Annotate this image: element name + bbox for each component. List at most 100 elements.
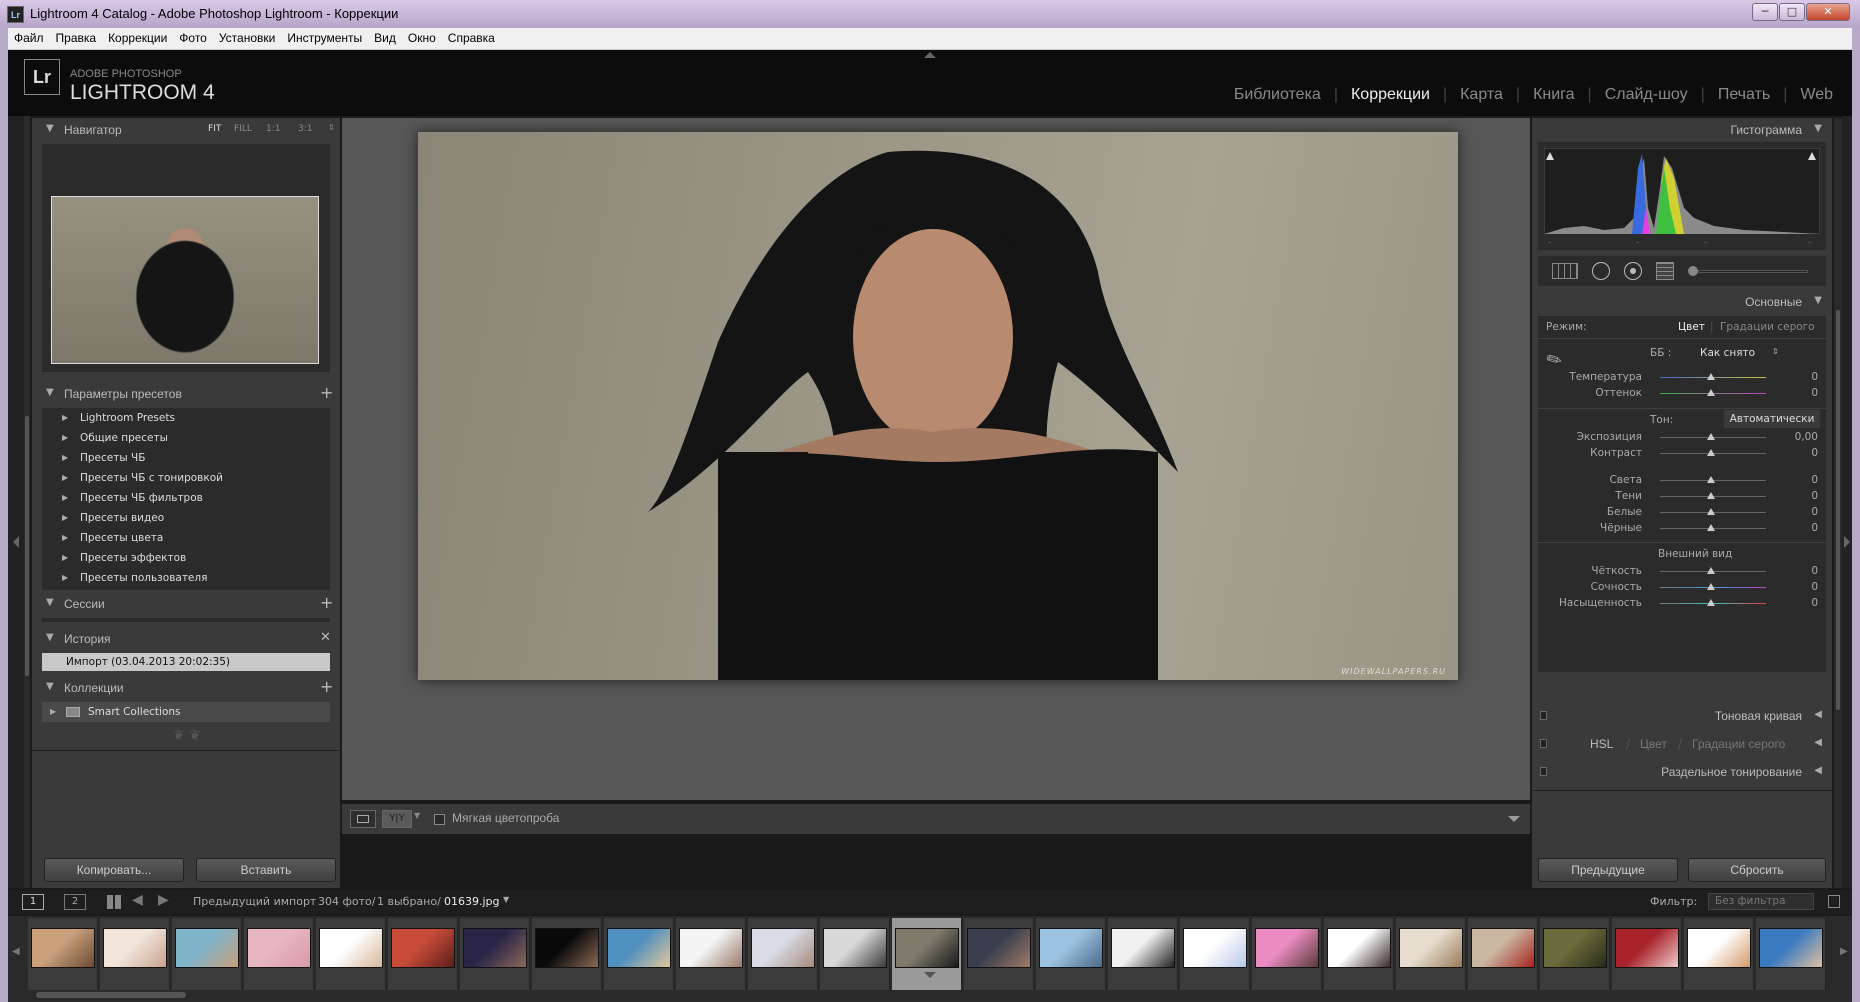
filmstrip-cell[interactable] (1036, 918, 1106, 990)
module-book[interactable]: Книга (1520, 86, 1587, 103)
filmstrip-cell[interactable] (100, 918, 170, 990)
sessions-expand-icon[interactable]: ▼ (46, 597, 54, 608)
split-toning-toggle-icon[interactable] (1540, 767, 1547, 776)
whites-slider[interactable]: Белые 0 (1538, 505, 1828, 521)
copy-button[interactable]: Копировать... (44, 858, 184, 882)
filmstrip-thumbnail[interactable] (823, 928, 887, 968)
right-scrollbar-thumb[interactable] (1836, 310, 1840, 710)
clarity-slider[interactable]: Чёткость 0 (1538, 564, 1828, 580)
folder-expand-icon[interactable]: ▶ (62, 428, 68, 448)
module-print[interactable]: Печать (1705, 86, 1783, 103)
history-item-import[interactable]: Импорт (03.04.2013 20:02:35) (42, 653, 330, 671)
source-label[interactable]: Предыдущий импорт (193, 895, 316, 908)
filmstrip-thumbnail[interactable] (1255, 928, 1319, 968)
filmstrip-thumbnail[interactable] (679, 928, 743, 968)
grid-view-icon[interactable] (107, 895, 121, 909)
preset-folder[interactable]: ▶ Пресеты эффектов (42, 548, 330, 568)
filmstrip-cell[interactable] (1540, 918, 1610, 990)
zoom-stepper-icon[interactable]: ⇕ (328, 123, 335, 132)
history-header[interactable]: ▼ История ✕ (32, 627, 340, 651)
filmstrip-cell[interactable] (316, 918, 386, 990)
filename-dropdown-icon[interactable]: ▼ (503, 895, 509, 904)
filmstrip-cell[interactable] (1252, 918, 1322, 990)
highlights-slider[interactable]: Света 0 (1538, 473, 1828, 489)
filmstrip-cell[interactable] (748, 918, 818, 990)
filmstrip-thumbnail[interactable] (895, 928, 959, 968)
folder-expand-icon[interactable]: ▶ (62, 448, 68, 468)
histogram-expand-icon[interactable]: ▼ (1814, 123, 1822, 134)
filmstrip-cell[interactable] (1612, 918, 1682, 990)
preset-folder[interactable]: ▶ Пресеты видео (42, 508, 330, 528)
hsl-expand-icon[interactable]: ◀ (1814, 737, 1822, 748)
blacks-slider[interactable]: Чёрные 0 (1538, 521, 1828, 537)
filmstrip-thumbnail[interactable] (535, 928, 599, 968)
filmstrip-thumbnail[interactable] (1111, 928, 1175, 968)
adjustment-brush-icon[interactable] (1688, 266, 1698, 276)
collapse-bottom-arrow-icon[interactable] (924, 972, 936, 978)
preset-folder[interactable]: ▶ Общие пресеты (42, 428, 330, 448)
filmstrip-cell[interactable] (1180, 918, 1250, 990)
forward-arrow-icon[interactable]: ▶ (158, 892, 169, 908)
grayscale-tab[interactable]: Градации серого (1692, 737, 1785, 751)
crop-overlay-icon[interactable] (1552, 263, 1578, 279)
preset-folder[interactable]: ▶ Пресеты ЧБ с тонировкой (42, 468, 330, 488)
module-map[interactable]: Карта (1447, 86, 1516, 103)
tone-curve-header[interactable]: Тоновая кривая ◀ (1532, 704, 1832, 728)
filter-lock-icon[interactable] (1828, 895, 1840, 908)
wb-dropdown[interactable]: Как снято (1700, 347, 1755, 359)
tint-slider[interactable]: Оттенок 0 (1538, 386, 1828, 402)
collections-header[interactable]: ▼ Коллекции + (32, 676, 340, 700)
tool-slider-track[interactable] (1698, 270, 1808, 273)
split-toning-header[interactable]: Раздельное тонирование ◀ (1532, 760, 1832, 784)
filmstrip-cell-selected[interactable] (892, 918, 962, 990)
secondary-display-button[interactable]: 2 (64, 894, 86, 910)
saturation-slider[interactable]: Насыщенность 0 (1538, 596, 1828, 612)
filmstrip-cell[interactable] (1324, 918, 1394, 990)
filmstrip-cell[interactable] (532, 918, 602, 990)
filmstrip-thumbnail[interactable] (1759, 928, 1823, 968)
collapse-left-arrow-icon[interactable] (13, 536, 19, 548)
folder-expand-icon[interactable]: ▶ (62, 488, 68, 508)
module-library[interactable]: Библиотека (1221, 86, 1334, 103)
collection-smart[interactable]: ▶ Smart Collections (42, 702, 330, 722)
split-toning-expand-icon[interactable]: ◀ (1814, 765, 1822, 776)
filmstrip-cell[interactable] (1756, 918, 1826, 990)
menu-settings[interactable]: Установки (213, 28, 281, 48)
temperature-slider[interactable]: Температура 0 (1538, 370, 1828, 386)
navigator-expand-icon[interactable]: ▼ (46, 123, 54, 134)
minimize-button[interactable]: ─ (1752, 3, 1778, 21)
add-preset-icon[interactable]: + (320, 383, 333, 402)
preset-folder[interactable]: ▶ Пресеты ЧБ фильтров (42, 488, 330, 508)
menu-edit[interactable]: Правка (50, 28, 103, 48)
vibrance-slider[interactable]: Сочность 0 (1538, 580, 1828, 596)
paste-button[interactable]: Вставить (196, 858, 336, 882)
navigator-header[interactable]: ▼ Навигатор FIT FILL 1:1 3:1 ⇕ (32, 118, 340, 142)
filmstrip-thumbnail[interactable] (175, 928, 239, 968)
filmstrip-thumbnail[interactable] (103, 928, 167, 968)
add-session-icon[interactable]: + (320, 593, 333, 612)
menu-tools[interactable]: Инструменты (281, 28, 368, 48)
filmstrip-thumbnail[interactable] (607, 928, 671, 968)
zoom-fit[interactable]: FIT (208, 124, 221, 134)
softproof-checkbox[interactable] (434, 814, 445, 825)
presets-expand-icon[interactable]: ▼ (46, 387, 54, 398)
folder-expand-icon[interactable]: ▶ (62, 568, 68, 588)
collections-expand-icon[interactable]: ▼ (46, 681, 54, 692)
wb-dropdown-icon[interactable]: ⇕ (1772, 347, 1779, 356)
filmstrip-cell[interactable] (460, 918, 530, 990)
collapse-right-arrow-icon[interactable] (1844, 536, 1850, 548)
left-scrollbar-thumb[interactable] (25, 416, 29, 676)
filmstrip-thumbnail[interactable] (1543, 928, 1607, 968)
graduated-filter-icon[interactable] (1656, 262, 1674, 280)
add-collection-icon[interactable]: + (320, 677, 333, 696)
preset-folder[interactable]: ▶ Lightroom Presets (42, 408, 330, 428)
primary-display-button[interactable]: 1 (22, 894, 44, 910)
filmstrip-cell[interactable] (820, 918, 890, 990)
menu-photo[interactable]: Фото (173, 28, 213, 48)
basic-header[interactable]: Основные ▼ (1532, 290, 1832, 314)
filmstrip-cell[interactable] (28, 918, 98, 990)
filmstrip-cell[interactable] (964, 918, 1034, 990)
folder-expand-icon[interactable]: ▶ (62, 548, 68, 568)
histogram-header[interactable]: Гистограмма ▼ (1532, 118, 1832, 142)
filmstrip-thumbnail[interactable] (751, 928, 815, 968)
